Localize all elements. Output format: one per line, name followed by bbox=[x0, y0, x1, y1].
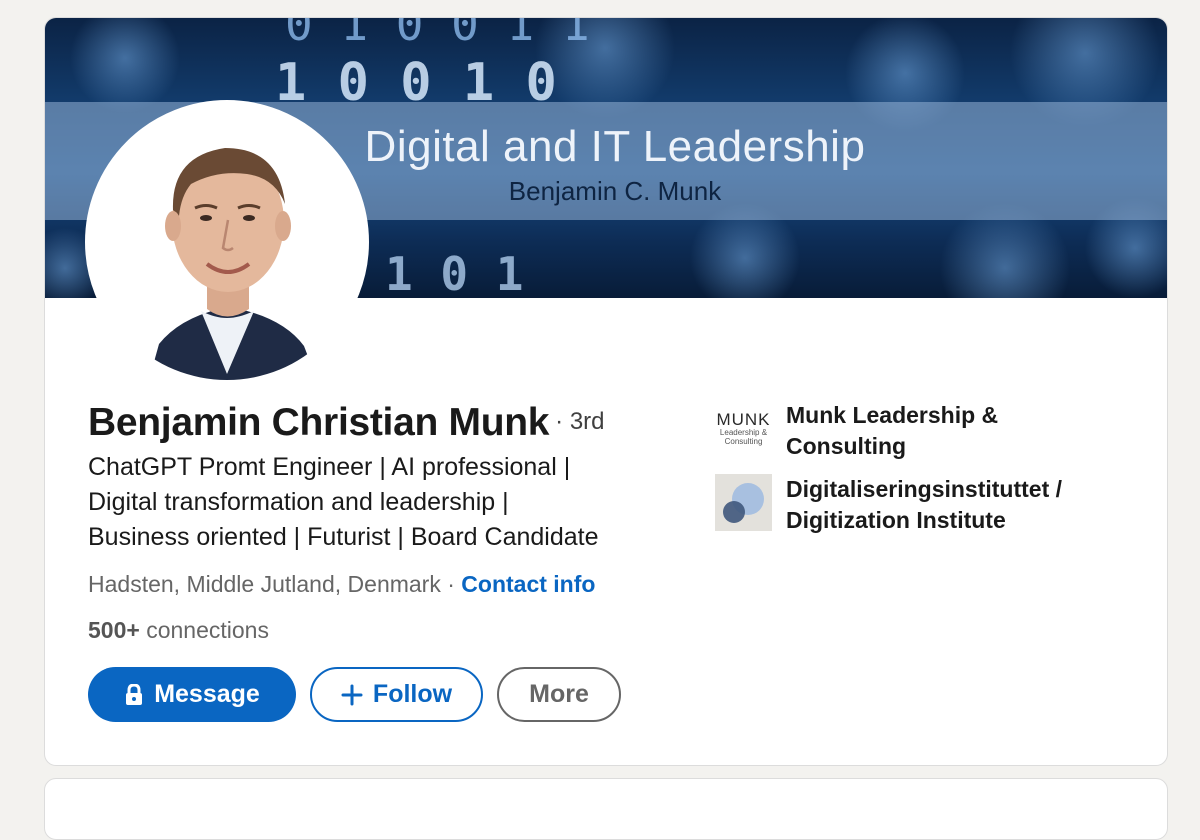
profile-name: Benjamin Christian Munk bbox=[88, 401, 550, 444]
next-section-card bbox=[44, 778, 1168, 840]
headline-line: Business oriented | Futurist | Board Can… bbox=[88, 523, 599, 551]
connections-label: connections bbox=[139, 617, 269, 643]
munk-logo: MUNK Leadership & Consulting bbox=[715, 400, 772, 457]
message-button-label: Message bbox=[154, 680, 260, 708]
lock-icon bbox=[124, 683, 144, 706]
company-name: Munk Leadership & Consulting bbox=[786, 400, 998, 462]
company-name-line: Consulting bbox=[786, 433, 907, 459]
contact-info-link[interactable]: Contact info bbox=[461, 571, 595, 597]
company-name-line: Digitization Institute bbox=[786, 507, 1006, 533]
banner-title: Digital and IT Leadership bbox=[364, 122, 866, 171]
more-button-label: More bbox=[529, 680, 589, 708]
binary-top: 0 1 0 0 1 1 bbox=[285, 18, 590, 51]
digitization-institute-logo bbox=[715, 474, 772, 531]
profile-photo[interactable] bbox=[85, 100, 369, 384]
profile-headline: ChatGPT Promt Engineer | AI professional… bbox=[88, 450, 688, 555]
connections-count[interactable]: 500+ connections bbox=[88, 617, 269, 644]
follow-button-label: Follow bbox=[372, 680, 453, 708]
company-digitization-institute[interactable]: Digitaliseringsinstituttet / Digitizatio… bbox=[715, 474, 1135, 536]
company-name-line: Munk Leadership & bbox=[786, 402, 999, 428]
location-separator: · bbox=[440, 571, 462, 597]
profile-card: 0 1 0 0 1 1 1 0 0 1 0 1 0 1 Digital and … bbox=[44, 17, 1168, 766]
company-munk-leadership[interactable]: MUNK Leadership & Consulting Munk Leader… bbox=[715, 400, 1135, 462]
profile-location: Hadsten, Middle Jutland, Denmark bbox=[88, 571, 441, 597]
message-button[interactable]: Message bbox=[88, 667, 296, 722]
headline-line: Digital transformation and leadership | bbox=[88, 488, 509, 516]
avatar-illustration bbox=[89, 104, 365, 380]
banner-subtitle: Benjamin C. Munk bbox=[508, 176, 722, 206]
plus-icon bbox=[341, 684, 363, 706]
binary-low: 1 0 1 bbox=[385, 247, 523, 298]
munk-logo-wordmark: MUNK bbox=[716, 410, 771, 429]
company-name-line: Digitaliseringsinstituttet / bbox=[786, 476, 1063, 502]
name-row: Benjamin Christian Munk · 3rd bbox=[88, 401, 605, 445]
connections-number: 500+ bbox=[88, 617, 140, 643]
location-row: Hadsten, Middle Jutland, Denmark · Conta… bbox=[88, 571, 595, 598]
munk-logo-tagline: Leadership & bbox=[719, 428, 768, 437]
headline-line: ChatGPT Promt Engineer | AI professional… bbox=[88, 453, 571, 481]
more-button[interactable]: More bbox=[497, 667, 621, 722]
company-name: Digitaliseringsinstituttet / Digitizatio… bbox=[786, 474, 1062, 536]
connection-degree: · 3rd bbox=[555, 408, 605, 435]
follow-button[interactable]: Follow bbox=[310, 667, 483, 722]
munk-logo-tagline: Consulting bbox=[724, 437, 763, 446]
